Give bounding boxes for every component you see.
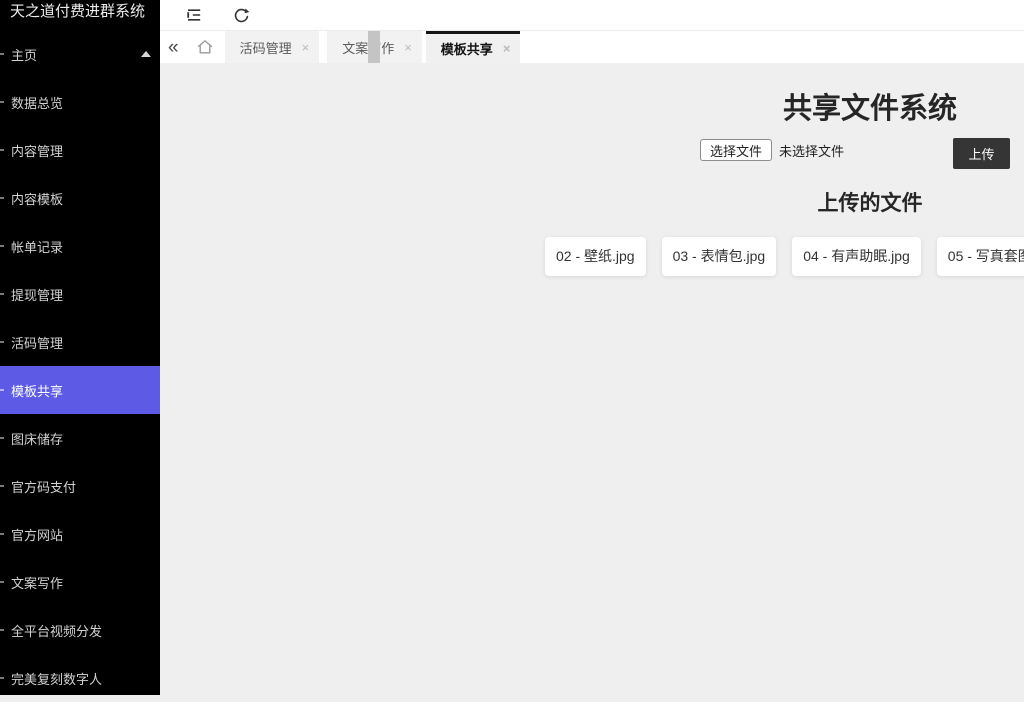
file-item[interactable]: 02 - 壁纸.jpg (545, 237, 646, 276)
sidebar-item-video-distribution[interactable]: 全平台视频分发 (0, 606, 160, 654)
sidebar-item-label: 主页 (11, 45, 37, 64)
sidebar-item-data-overview[interactable]: 数据总览 (0, 78, 160, 126)
close-icon[interactable]: × (302, 41, 310, 54)
sidebar-item-label: 帐单记录 (11, 237, 63, 256)
sidebar-item-label: 文案写作 (11, 573, 63, 592)
file-item[interactable]: 03 - 表情包.jpg (662, 237, 777, 276)
sidebar-item-label: 内容管理 (11, 141, 63, 160)
upload-button[interactable]: 上传 (953, 138, 1010, 169)
sidebar-item-label: 活码管理 (11, 333, 63, 352)
sidebar-item-content-management[interactable]: 内容管理 (0, 126, 160, 174)
sidebar-item-copywriting[interactable]: 文案写作 (0, 558, 160, 606)
file-item[interactable]: 05 - 写真套图.jpg (937, 237, 1024, 276)
top-toolbar (160, 0, 1024, 31)
scrollbar-thumb[interactable] (368, 31, 380, 63)
sidebar-item-withdrawal-management[interactable]: 提现管理 (0, 270, 160, 318)
sidebar-item-billing-records[interactable]: 帐单记录 (0, 222, 160, 270)
chevron-up-icon (141, 51, 151, 57)
tab-bar: « 活码管理 × 文案写作 × 模板共享 × (160, 31, 1024, 64)
sidebar-item-home[interactable]: 主页 (0, 30, 160, 78)
sidebar-item-content-template[interactable]: 内容模板 (0, 174, 160, 222)
main-area: « 活码管理 × 文案写作 × 模板共享 × 共享文件系统 选择文件 未选择文件… (160, 0, 1024, 695)
uploaded-files-title: 上传的文件 (818, 187, 923, 217)
sidebar-item-label: 数据总览 (11, 93, 63, 112)
page-title: 共享文件系统 (783, 85, 957, 127)
file-input: 选择文件 未选择文件 (700, 139, 844, 161)
sidebar-menu: 主页 数据总览 内容管理 内容模板 帐单记录 提现管理 活码管理 模板共享 图床… (0, 30, 160, 702)
sidebar-item-live-code-management[interactable]: 活码管理 (0, 318, 160, 366)
sidebar-item-label: 官方网站 (11, 525, 63, 544)
uploaded-files-list: 02 - 壁纸.jpg 03 - 表情包.jpg 04 - 有声助眠.jpg 0… (545, 237, 1024, 276)
tab-live-code-management[interactable]: 活码管理 × (225, 31, 320, 63)
sidebar-item-official-website[interactable]: 官方网站 (0, 510, 160, 558)
home-icon[interactable] (195, 37, 215, 57)
file-item[interactable]: 04 - 有声助眠.jpg (792, 237, 921, 276)
tab-template-sharing[interactable]: 模板共享 × (426, 31, 521, 63)
double-chevron-left-icon[interactable]: « (168, 38, 179, 57)
file-status-text: 未选择文件 (779, 141, 844, 160)
sidebar-item-label: 官方码支付 (11, 477, 76, 496)
app-title: 天之道付费进群系统 (0, 0, 160, 28)
tab-label: 活码管理 (240, 38, 292, 57)
page-content: 共享文件系统 选择文件 未选择文件 上传 上传的文件 02 - 壁纸.jpg 0… (160, 63, 1024, 695)
sidebar: 天之道付费进群系统 主页 数据总览 内容管理 内容模板 帐单记录 提现管理 活码… (0, 0, 160, 695)
close-icon[interactable]: × (404, 41, 412, 54)
sidebar-item-label: 内容模板 (11, 189, 63, 208)
close-icon[interactable]: × (503, 42, 511, 55)
menu-fold-icon[interactable] (186, 7, 202, 23)
sidebar-item-official-code-payment[interactable]: 官方码支付 (0, 462, 160, 510)
sidebar-item-image-hosting[interactable]: 图床储存 (0, 414, 160, 462)
sidebar-item-template-sharing[interactable]: 模板共享 (0, 366, 160, 414)
refresh-icon[interactable] (233, 7, 250, 24)
sidebar-item-label: 完美复刻数字人 (11, 669, 102, 688)
tab-label: 模板共享 (441, 39, 493, 58)
sidebar-item-label: 提现管理 (11, 285, 63, 304)
sidebar-item-label: 图床储存 (11, 429, 63, 448)
choose-file-button[interactable]: 选择文件 (700, 139, 772, 161)
sidebar-item-label: 模板共享 (11, 381, 63, 400)
sidebar-item-label: 全平台视频分发 (11, 621, 102, 640)
